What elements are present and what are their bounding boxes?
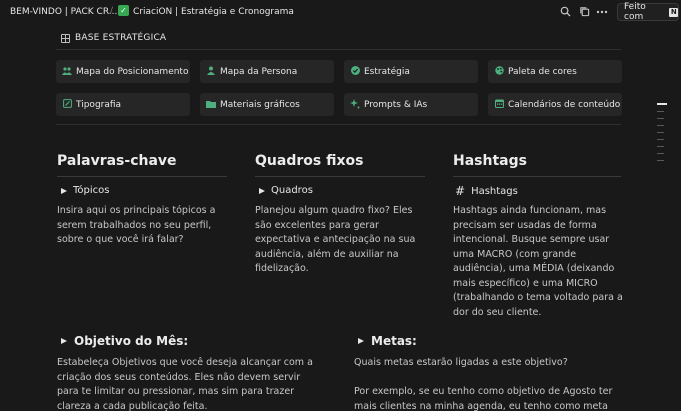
- heading-rule: [255, 176, 425, 177]
- card-label: Estratégia: [364, 66, 410, 77]
- check-icon: ✓: [118, 5, 129, 16]
- search-icon[interactable]: [559, 6, 571, 18]
- toggle-arrow-icon[interactable]: [358, 338, 364, 344]
- column-text-hashtags: Hashtags ainda funcionam, mas precisam s…: [453, 205, 623, 318]
- toggle-arrow-icon[interactable]: [61, 187, 67, 194]
- card-paleta-cores[interactable]: Paleta de cores: [488, 60, 622, 83]
- divider: [56, 124, 621, 125]
- card-label: Mapa do Posicionamento: [76, 66, 189, 77]
- people-icon: [62, 66, 72, 77]
- goals-text-1: Quais metas estarão ligadas a este objet…: [354, 357, 568, 368]
- toggle-arrow-icon[interactable]: [61, 338, 67, 344]
- breadcrumb-current[interactable]: CriaciON | Estratégia e Cronograma: [133, 7, 294, 17]
- card-label: Mapa da Persona: [220, 66, 298, 77]
- goals-heading-label: Metas:: [371, 334, 417, 348]
- heading-rule: [57, 176, 227, 177]
- column-text-keywords: Insira aqui os principais tópicos a sere…: [57, 205, 216, 245]
- base-title: BASE ESTRATÉGICA: [75, 33, 167, 43]
- goals-heading[interactable]: Metas:: [358, 334, 417, 348]
- notion-logo-icon: N: [669, 7, 678, 17]
- card-label: Paleta de cores: [508, 66, 577, 77]
- check-circle-icon: [350, 66, 360, 77]
- palette-icon: [494, 66, 504, 77]
- made-with-label: Feito com: [624, 2, 646, 22]
- toggle-label: Tópicos: [73, 185, 110, 196]
- card-materiais-graficos[interactable]: Materiais gráficos: [200, 93, 334, 116]
- toggle-label: Quadros: [271, 185, 313, 196]
- top-bar: BEM-VINDO | PACK CR... / ✓ CriaciON | Es…: [0, 0, 681, 24]
- folder-icon: [206, 100, 216, 110]
- column-heading-fixed-frames: Quadros fixos: [255, 153, 364, 169]
- toggle-quadros[interactable]: Quadros: [259, 185, 313, 196]
- edit-icon: [62, 99, 72, 110]
- card-label: Tipografia: [76, 99, 122, 110]
- card-tipografia[interactable]: Tipografia: [56, 93, 190, 116]
- card-estrategia[interactable]: Estratégia: [344, 60, 478, 83]
- base-header: BASE ESTRATÉGICA: [61, 33, 166, 43]
- card-label: Prompts & IAs: [364, 99, 428, 110]
- divider: [56, 49, 621, 50]
- card-mapa-persona[interactable]: Mapa da Persona: [200, 60, 334, 83]
- calendar-icon: [494, 99, 504, 110]
- toggle-topicos[interactable]: Tópicos: [61, 185, 109, 196]
- toggle-arrow-icon[interactable]: [259, 187, 265, 194]
- toggle-hashtags[interactable]: # Hashtags: [455, 184, 518, 198]
- breadcrumb-parent[interactable]: BEM-VINDO | PACK CR...: [10, 7, 117, 17]
- card-prompts-ias[interactable]: Prompts & IAs: [344, 93, 478, 116]
- card-mapa-posicionamento[interactable]: Mapa do Posicionamento: [56, 60, 190, 83]
- column-heading-hashtags: Hashtags: [453, 153, 527, 169]
- made-with-button[interactable]: Feito com N: [617, 2, 679, 22]
- card-calendarios-conteudo[interactable]: Calendários de conteúdo: [488, 93, 622, 116]
- copy-icon[interactable]: [578, 6, 590, 18]
- column-text-fixed-frames: Planejou algum quadro fixo? Eles são exc…: [255, 205, 416, 274]
- more-icon[interactable]: [596, 6, 608, 18]
- goals-text-2: Por exemplo, se eu tenho como objetivo d…: [354, 386, 613, 411]
- objective-heading[interactable]: Objetivo do Mês:: [61, 334, 188, 348]
- column-heading-keywords: Palavras-chave: [57, 153, 177, 169]
- grid-icon: [61, 33, 70, 43]
- person-icon: [206, 66, 216, 77]
- heading-rule: [453, 176, 621, 177]
- card-label: Calendários de conteúdo: [508, 99, 621, 110]
- objective-heading-label: Objetivo do Mês:: [74, 334, 189, 348]
- breadcrumb-separator: /: [110, 6, 114, 16]
- hashtag-icon: #: [455, 184, 466, 198]
- objective-text: Estabeleça Objetivos que você deseja alc…: [57, 357, 313, 411]
- sparkle-icon: [350, 98, 360, 111]
- card-label: Materiais gráficos: [220, 99, 300, 110]
- toggle-label: Hashtags: [471, 185, 518, 197]
